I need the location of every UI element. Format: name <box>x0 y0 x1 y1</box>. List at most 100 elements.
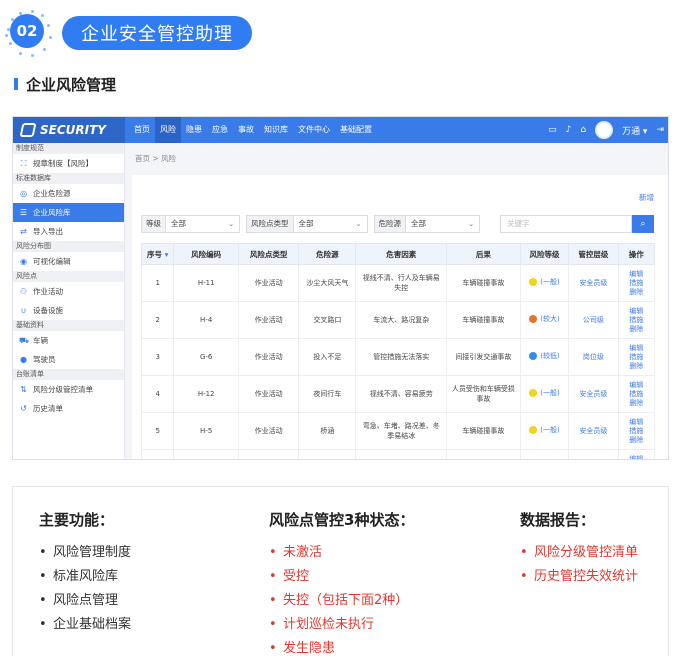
main-nav: 首页 风险 隐患 应急 事故 知识库 文件中心 基础配置 <box>129 117 377 143</box>
search-input[interactable]: 关键字 <box>500 215 632 233</box>
cell-no: 4 <box>140 375 175 413</box>
table-header-cell[interactable]: 序号 ▾ <box>140 243 175 265</box>
sidebar-item-label: 企业危险源 <box>33 189 71 198</box>
filter-select[interactable]: 全部 ⌄ <box>293 215 368 233</box>
sidebar-item-label: 导入导出 <box>33 227 63 236</box>
bullet-icon: • <box>39 545 47 560</box>
row-action-link[interactable]: 编辑 <box>622 381 651 390</box>
sidebar-item[interactable]: ◉ 可视化编辑 <box>13 252 124 271</box>
feature-list-item: • 风险点管理 <box>39 589 131 613</box>
feature-list-item-text: 标准风险库 <box>53 569 119 584</box>
row-action-link[interactable]: 编辑 <box>622 344 651 353</box>
nav-item[interactable]: 应急 <box>207 117 233 143</box>
risk-level: (较大) <box>529 314 560 324</box>
table-header-cell: 操作 <box>617 243 656 265</box>
cell-no: 3 <box>140 338 175 376</box>
cell-ops: 编辑措施删除 <box>617 412 656 450</box>
sidebar-item[interactable]: ⚇ 作业活动 <box>13 282 124 301</box>
sidebar-item[interactable]: ⇅ 风险分级管控清单 <box>13 380 124 399</box>
nav-item[interactable]: 知识库 <box>259 117 293 143</box>
cell-tier: 安全员级 <box>568 264 619 302</box>
avatar[interactable] <box>595 121 614 139</box>
subsection-title: 企业风险管理 <box>14 74 116 94</box>
cell-source: 沙尘大风天气 <box>298 264 357 302</box>
swap-icon: ⇄ <box>20 227 27 236</box>
new-button[interactable]: 新增 <box>639 192 654 203</box>
row-action-link[interactable]: 编辑 <box>622 307 651 316</box>
logout-icon[interactable]: ⇥ <box>656 125 664 135</box>
bullet-icon: • <box>39 593 47 608</box>
filter-select[interactable]: 全部 ⌄ <box>406 215 480 233</box>
feature-column: 主要功能： • 风险管理制度 • 标准风险库 • 风险点管理 • 企业基础档案 <box>39 509 131 637</box>
nav-item[interactable]: 风险 <box>155 117 181 143</box>
sidebar-item-label: 车辆 <box>33 336 48 345</box>
nav-item[interactable]: 基础配置 <box>335 117 377 143</box>
user-menu[interactable]: 万通 ▾ <box>622 124 647 137</box>
row-action-link[interactable]: 删除 <box>622 362 651 371</box>
sidebar-item-label: 规章制度【风险】 <box>33 159 93 168</box>
sidebar-item[interactable]: ☰ 企业风险库 <box>13 203 124 222</box>
sidebar-item[interactable]: ⛟ 车辆 <box>13 331 124 350</box>
cell-factor: 弯急、车堵、路况差、冬季易结冰 <box>355 412 448 450</box>
risk-level-dot <box>529 352 538 360</box>
logo-mark-icon <box>19 123 37 137</box>
row-action-link[interactable]: 删除 <box>622 399 651 408</box>
sidebar-item[interactable]: ⛶ 规章制度【风险】 <box>13 154 124 173</box>
location-icon: ◎ <box>20 189 27 198</box>
cell-tier: 安全员级 <box>568 412 619 450</box>
section-number-badge: 02 <box>10 14 44 48</box>
row-action-link[interactable]: 删除 <box>622 436 651 445</box>
row-actions: 编辑措施删除 <box>622 381 651 408</box>
nav-item[interactable]: 隐患 <box>181 117 207 143</box>
cell-ops: 编辑措施删除 <box>617 264 656 302</box>
nav-item[interactable]: 文件中心 <box>293 117 335 143</box>
row-action-link[interactable]: 编辑 <box>622 418 651 427</box>
breadcrumb: 首页 > 风险 <box>135 154 177 163</box>
sidebar-group-label: 标准数据库 <box>13 173 124 184</box>
bullet-icon: • <box>269 641 277 656</box>
filter-value: 全部 <box>411 219 426 228</box>
feature-card: 主要功能： • 风险管理制度 • 标准风险库 • 风险点管理 • 企业基础档案 风险点管控3种状态… <box>12 486 669 656</box>
feature-list-item: • 风险管理制度 <box>39 541 131 565</box>
sidebar-item[interactable]: ↺ 历史清单 <box>13 399 124 418</box>
row-action-link[interactable]: 措施 <box>622 279 651 288</box>
risk-level-text: (一般) <box>540 426 560 434</box>
cell-result: 人员受伤和车辆受损事故 <box>446 375 521 413</box>
row-action-link[interactable]: 编辑 <box>622 455 651 460</box>
row-action-link[interactable]: 措施 <box>622 316 651 325</box>
feature-list-item: • 受控 <box>269 565 414 589</box>
sidebar-item-label: 设备设施 <box>33 306 63 315</box>
sidebar-item[interactable]: ∪ 设备设施 <box>13 301 124 320</box>
sidebar-item-label: 风险分级管控清单 <box>33 385 93 394</box>
row-action-link[interactable]: 措施 <box>622 390 651 399</box>
decorative-dot <box>9 42 12 45</box>
decorative-dot <box>41 14 44 17</box>
table-row: 5 H-5 作业活动 桥涵 弯急、车堵、路况差、冬季易结冰 车辆碰撞事故 (一般) 安全员级编… <box>140 412 656 450</box>
sidebar-item-label: 作业活动 <box>33 287 63 296</box>
sidebar-item[interactable]: ● 驾驶员 <box>13 350 124 369</box>
monitor-icon[interactable]: ▭ <box>548 125 557 135</box>
nav-item[interactable]: 首页 <box>129 117 155 143</box>
table-row: 6H-2作业活动施工路段车道减少、通行车道、交通车辆碰撞事故(一般)安全员级编辑… <box>140 449 656 460</box>
app-screenshot: SECURITY 首页 风险 隐患 应急 事故 知识库 文件中心 基础配置 ▭ ♪ ⌂ 万通 … <box>12 116 669 460</box>
cell-code: G-6 <box>173 338 239 376</box>
sidebar-item[interactable]: ◎ 企业危险源 <box>13 184 124 203</box>
row-action-link[interactable]: 删除 <box>622 325 651 334</box>
row-action-link[interactable]: 删除 <box>622 288 651 297</box>
nav-item[interactable]: 事故 <box>233 117 259 143</box>
row-action-link[interactable]: 措施 <box>622 427 651 436</box>
sidebar-item[interactable]: ⇄ 导入导出 <box>13 222 124 241</box>
decorative-dot <box>5 34 8 37</box>
table-header-row: 序号 ▾ 风险编码 风险点类型 危险源 危害因素 后果 风险等级 管控层级 操作 <box>140 243 656 265</box>
decorative-dot <box>19 52 22 55</box>
decorative-dot <box>31 54 34 57</box>
cell-factor: 视线不清、行人及车辆易失控 <box>355 264 448 302</box>
search-button[interactable]: ⌕ <box>632 215 654 233</box>
row-action-link[interactable]: 编辑 <box>622 270 651 279</box>
row-action-link[interactable]: 措施 <box>622 353 651 362</box>
home-icon[interactable]: ⌂ <box>580 125 586 135</box>
bell-icon[interactable]: ♪ <box>566 125 572 135</box>
cell-no: 2 <box>140 301 175 339</box>
sort-icon[interactable]: ▾ <box>162 250 169 259</box>
filter-select[interactable]: 全部 ⌄ <box>166 215 240 233</box>
